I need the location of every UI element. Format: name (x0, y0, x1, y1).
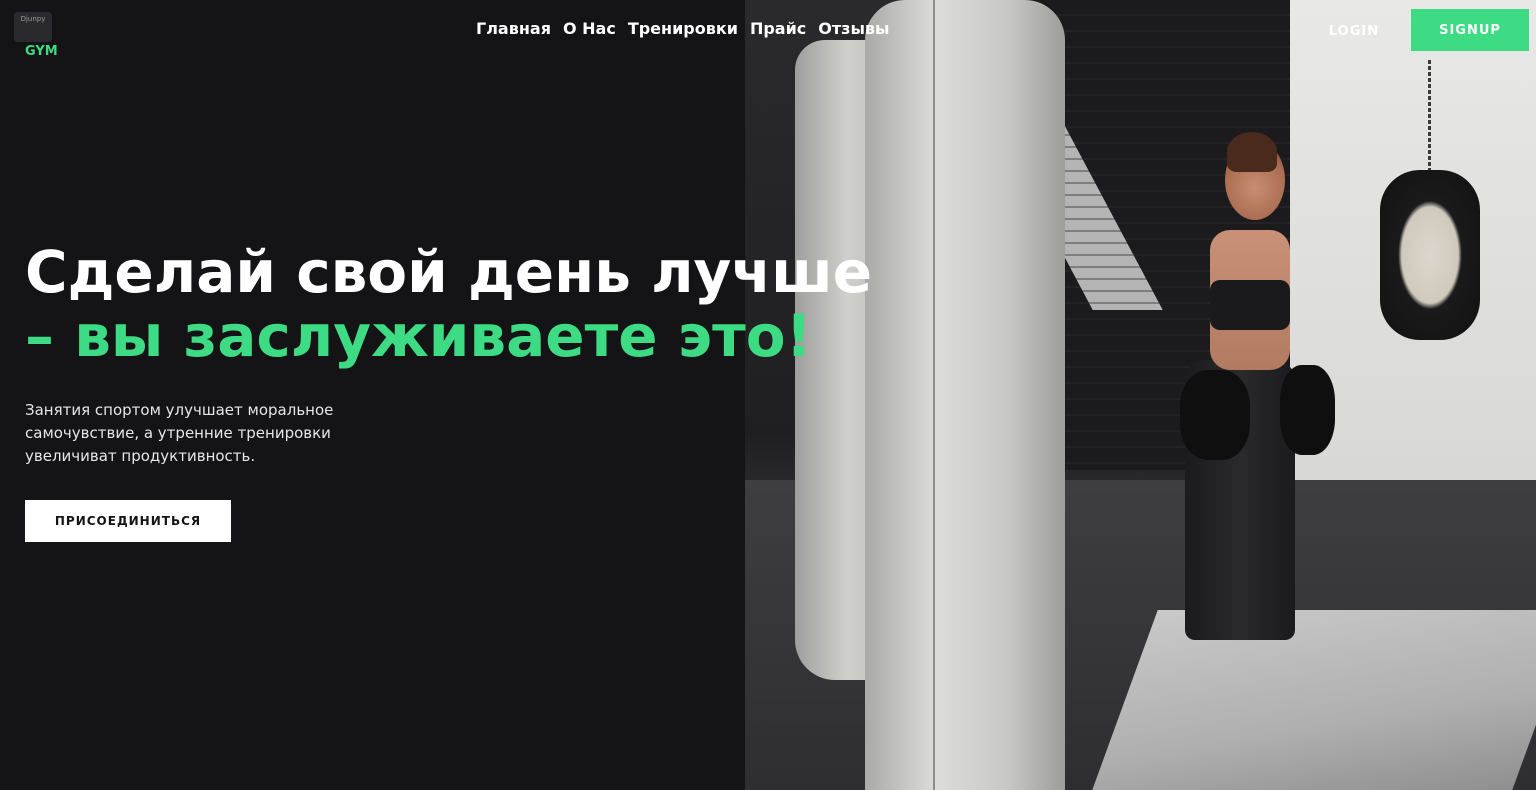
page: Djunpy GYM Главная О Нас Тренировки Прай… (0, 0, 1536, 790)
hero-image (745, 0, 1536, 790)
hero-description: Занятия спортом улучшает моральное самоч… (25, 401, 334, 465)
main-nav: Главная О Нас Тренировки Прайс Отзывы (476, 19, 890, 38)
nav-price[interactable]: Прайс (750, 19, 806, 38)
hanging-bag (1380, 170, 1480, 340)
hero-title-line1: Сделай свой день лучше (25, 238, 873, 306)
nav-trainings[interactable]: Тренировки (628, 19, 738, 38)
logo-box: Djunpy (14, 12, 52, 42)
boxing-glove-left (1180, 370, 1250, 460)
bag-seam (933, 0, 935, 790)
join-button[interactable]: ПРИСОЕДИНИТЬСЯ (25, 500, 231, 542)
nav-home[interactable]: Главная (476, 19, 551, 38)
nav-reviews[interactable]: Отзывы (818, 19, 889, 38)
boxing-glove-right (1280, 365, 1335, 455)
punching-bag-front (865, 0, 1065, 790)
logo[interactable]: Djunpy GYM (14, 12, 64, 62)
hero-title-line2: – вы заслуживаете это! (25, 302, 813, 370)
floor-light (1092, 610, 1536, 790)
nav-about[interactable]: О Нас (563, 19, 616, 38)
hero-title: Сделай свой день лучше – вы заслуживаете… (25, 240, 872, 368)
person-top (1210, 280, 1290, 330)
signup-button[interactable]: SIGNUP (1411, 9, 1529, 51)
chain (1428, 60, 1431, 175)
person-hair (1227, 132, 1277, 172)
logo-gym-label: GYM (25, 44, 58, 59)
login-button[interactable]: LOGIN (1318, 10, 1390, 52)
